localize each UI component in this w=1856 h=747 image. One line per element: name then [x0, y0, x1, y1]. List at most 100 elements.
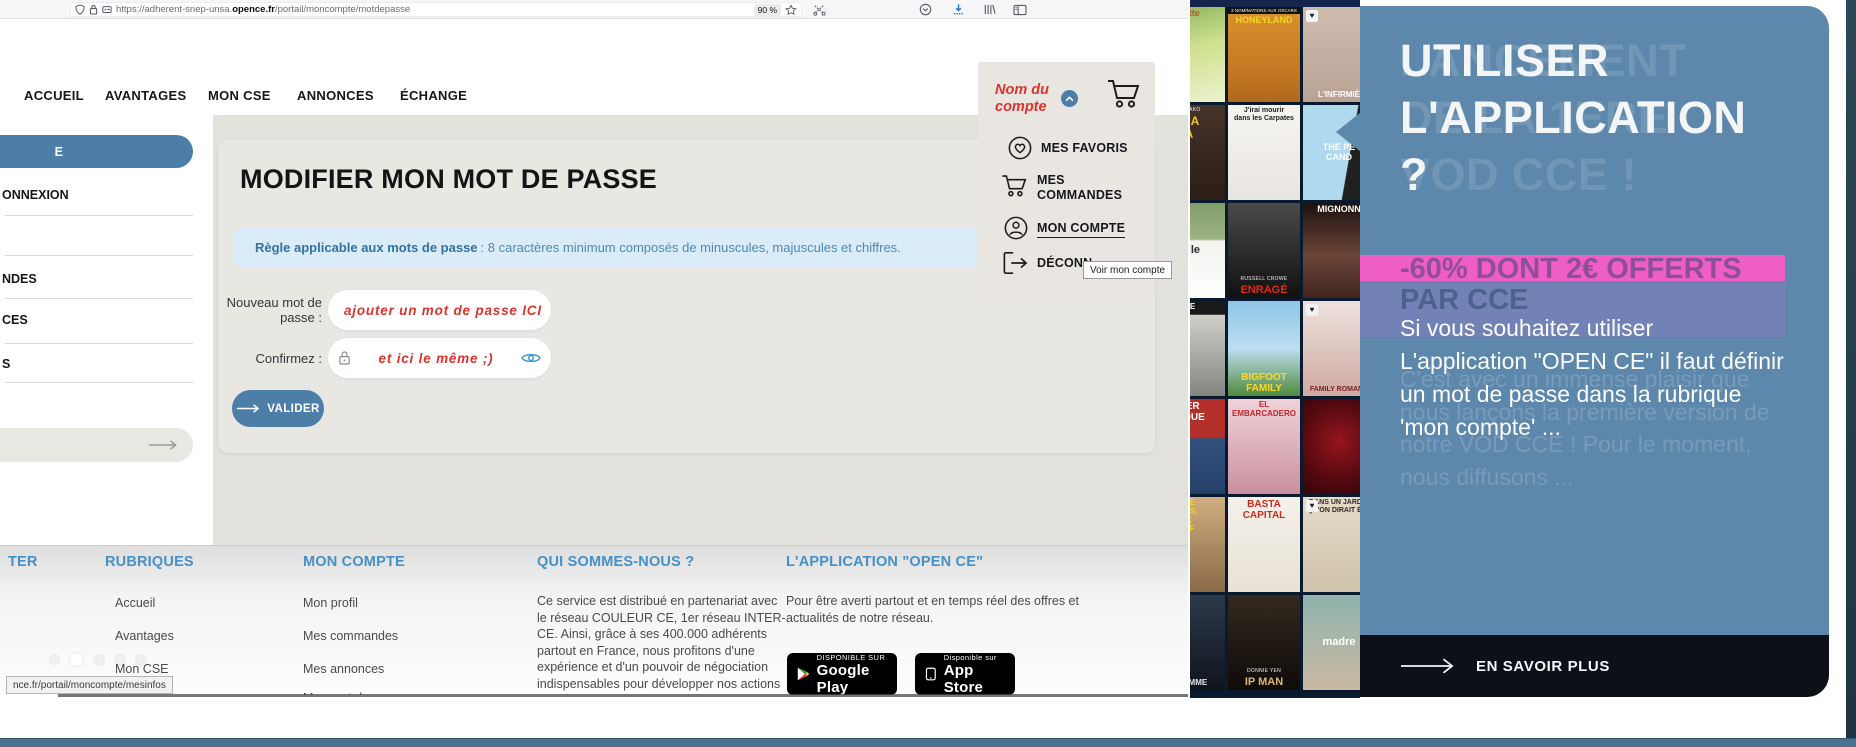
- poster-band-text: 2 NOMINATIONS AUX OSCARS: [1228, 7, 1300, 14]
- poster-title: J'irai mourir dans les Carpates: [1234, 107, 1294, 122]
- movie-poster[interactable]: EL EMBARCADERO: [1228, 399, 1300, 494]
- carousel-dot[interactable]: [115, 654, 125, 665]
- valider-label: VALIDER: [267, 402, 320, 415]
- cart-icon[interactable]: [1106, 78, 1142, 115]
- carousel-prev-icon[interactable]: [1336, 112, 1361, 152]
- sidebar-active-item[interactable]: E: [0, 135, 193, 168]
- movie-poster[interactable]: E FEMME: [1190, 595, 1225, 690]
- footer-contact-heading: TER: [8, 554, 38, 570]
- carousel-dot-active[interactable]: [70, 653, 83, 666]
- movie-poster[interactable]: J'irai mourir dans les Carpates: [1228, 105, 1300, 200]
- confirm-password-input[interactable]: et ici le même ;): [328, 338, 551, 378]
- movie-poster[interactable]: ME PES, C UF: [1190, 497, 1225, 592]
- nav-item-echange[interactable]: ÉCHANGE: [400, 88, 467, 103]
- bookmark-star-icon[interactable]: [785, 3, 797, 16]
- sidebar-toggle-icon[interactable]: [1013, 3, 1027, 16]
- chevron-up-icon[interactable]: [1061, 90, 1078, 107]
- menu-item-commandes[interactable]: MES COMMANDES: [1001, 173, 1132, 203]
- wishlist-heart-icon[interactable]: ♥: [1306, 10, 1318, 22]
- poster-title: IP MAN: [1244, 675, 1284, 688]
- movie-poster[interactable]: ITE: [1190, 301, 1225, 396]
- movie-poster[interactable]: BAMAKOICA A: [1190, 105, 1225, 200]
- carousel-dot[interactable]: [94, 654, 104, 665]
- confirm-password-row: Confirmez : et ici le même ;): [222, 338, 551, 378]
- eye-icon[interactable]: [521, 351, 541, 365]
- sidebar-item-annonces[interactable]: CES: [2, 313, 28, 327]
- wishlist-heart-icon[interactable]: ♥: [1306, 304, 1318, 316]
- window-edge-strip: [1846, 0, 1856, 747]
- poster-grid: nette2 NOMINATIONS AUX OSCARSHONEYLANDL'…: [1190, 7, 1360, 690]
- footer-link-mes-annonces[interactable]: Mes annonces: [303, 662, 384, 676]
- vod-poster-wall: nette2 NOMINATIONS AUX OSCARSHONEYLANDL'…: [1190, 0, 1360, 698]
- movie-poster[interactable]: CER RIQUE: [1190, 399, 1225, 494]
- menu-item-mon-compte[interactable]: MON COMPTE: [1004, 216, 1126, 240]
- movie-poster[interactable]: Fille: [1190, 203, 1225, 298]
- url-text[interactable]: https://adherent-snep-unsa.opence.fr/por…: [116, 4, 410, 15]
- shield-icon: [75, 4, 85, 15]
- movie-poster[interactable]: BASTA CAPITAL: [1228, 497, 1300, 592]
- google-play-badge[interactable]: DISPONIBLE SUR Google Play: [787, 653, 897, 695]
- poster-title: L'INFIRMIÈ: [1318, 90, 1360, 100]
- menu-mon-compte-label: MON COMPTE: [1037, 221, 1126, 238]
- library-icon[interactable]: [982, 3, 996, 16]
- sidebar-divider: [5, 298, 193, 299]
- valider-button[interactable]: VALIDER: [232, 390, 324, 427]
- zoom-level-badge[interactable]: 90 %: [753, 3, 781, 16]
- password-rule-bold: Règle applicable aux mots de passe: [255, 240, 478, 255]
- footer-app-heading: L'APPLICATION "OPEN CE": [786, 554, 984, 570]
- pocket-icon[interactable]: [918, 3, 932, 16]
- confirm-password-annotation: et ici le même ;): [378, 350, 494, 366]
- movie-poster[interactable]: DANS UN JARDIN QU'ON DIRAIT ÉTE♥: [1303, 497, 1360, 592]
- movie-poster[interactable]: MIGNONN: [1303, 203, 1360, 298]
- footer: TER RUBRIQUES Accueil Avantages Mon CSE …: [0, 545, 1188, 695]
- carousel-dot[interactable]: [50, 655, 59, 664]
- movie-poster[interactable]: L'INFIRMIÈ ♥: [1303, 7, 1360, 102]
- poster-title: CER RIQUE: [1190, 401, 1205, 423]
- poster-title: Fille: [1190, 244, 1200, 257]
- menu-item-favoris[interactable]: MES FAVORIS: [1008, 136, 1128, 160]
- poster-title: EL EMBARCADERO: [1232, 400, 1296, 418]
- address-bar[interactable]: https://adherent-snep-unsa.opence.fr/por…: [70, 2, 802, 17]
- poster-title: ICA A: [1190, 114, 1200, 141]
- download-icon[interactable]: [951, 3, 965, 16]
- nav-item-accueil[interactable]: ACCUEIL: [24, 88, 84, 103]
- footer-link-mes-commandes[interactable]: Mes commandes: [303, 629, 398, 643]
- nav-item-avantages[interactable]: AVANTAGES: [105, 88, 186, 103]
- movie-poster[interactable]: [1303, 399, 1360, 494]
- poster-title: E FEMME: [1190, 678, 1208, 688]
- poster-title: [1337, 445, 1341, 449]
- promo-ghost-text: -60% DONT 2€ OFFERTS PAR CCE: [1400, 253, 1742, 316]
- poster-title: ENRAGÉ: [1240, 283, 1288, 296]
- screenshot-root: https://adherent-snep-unsa.opence.fr/por…: [0, 0, 1856, 747]
- sidebar-divider: [5, 215, 193, 216]
- new-password-row: Nouveau mot de passe : ajouter un mot de…: [222, 290, 551, 330]
- wishlist-heart-icon[interactable]: ♥: [1306, 500, 1318, 512]
- sidebar-divider: [5, 343, 193, 344]
- sidebar-item-connexion[interactable]: ONNEXION: [2, 188, 69, 202]
- app-store-badge[interactable]: Disponible sur App Store: [915, 653, 1015, 695]
- footer-link-accueil[interactable]: Accueil: [115, 596, 155, 610]
- movie-poster[interactable]: DONNIE YEN IP MAN: [1228, 595, 1300, 690]
- lock-icon: [339, 351, 350, 365]
- movie-poster[interactable]: madre: [1303, 595, 1360, 690]
- menu-item-deconnexion[interactable]: DÉCONN: [1002, 251, 1092, 275]
- new-password-input[interactable]: ajouter un mot de passe ICI: [328, 290, 551, 330]
- sidebar-item-autre[interactable]: S: [2, 357, 10, 371]
- en-savoir-plus-button[interactable]: EN SAVOIR PLUS: [1360, 635, 1829, 697]
- sidebar-item-commandes[interactable]: NDES: [2, 272, 37, 286]
- movie-poster[interactable]: BIGFOOT FAMILY: [1228, 301, 1300, 396]
- google-play-label: Google Play: [816, 661, 870, 696]
- movie-poster[interactable]: 2 NOMINATIONS AUX OSCARS HONEYLAND: [1228, 7, 1300, 102]
- movie-poster[interactable]: FAMILY ROMANC ♥: [1303, 301, 1360, 396]
- carousel-dot[interactable]: [136, 654, 146, 665]
- movie-poster[interactable]: RUSSELL CROWE ENRAGÉ: [1228, 203, 1300, 298]
- movie-poster[interactable]: nette: [1190, 7, 1225, 102]
- sidebar-item-mot-de-passe[interactable]: PASSE: [0, 428, 193, 462]
- screenshot-extension-icon[interactable]: [812, 3, 826, 16]
- nav-item-annonces[interactable]: ANNONCES: [297, 88, 374, 103]
- footer-link-mon-profil[interactable]: Mon profil: [303, 596, 358, 610]
- heart-icon: [1008, 136, 1032, 160]
- footer-link-avantages[interactable]: Avantages: [115, 629, 174, 643]
- permissions-icon[interactable]: [102, 5, 112, 15]
- nav-item-mon-cse[interactable]: MON CSE: [208, 88, 271, 103]
